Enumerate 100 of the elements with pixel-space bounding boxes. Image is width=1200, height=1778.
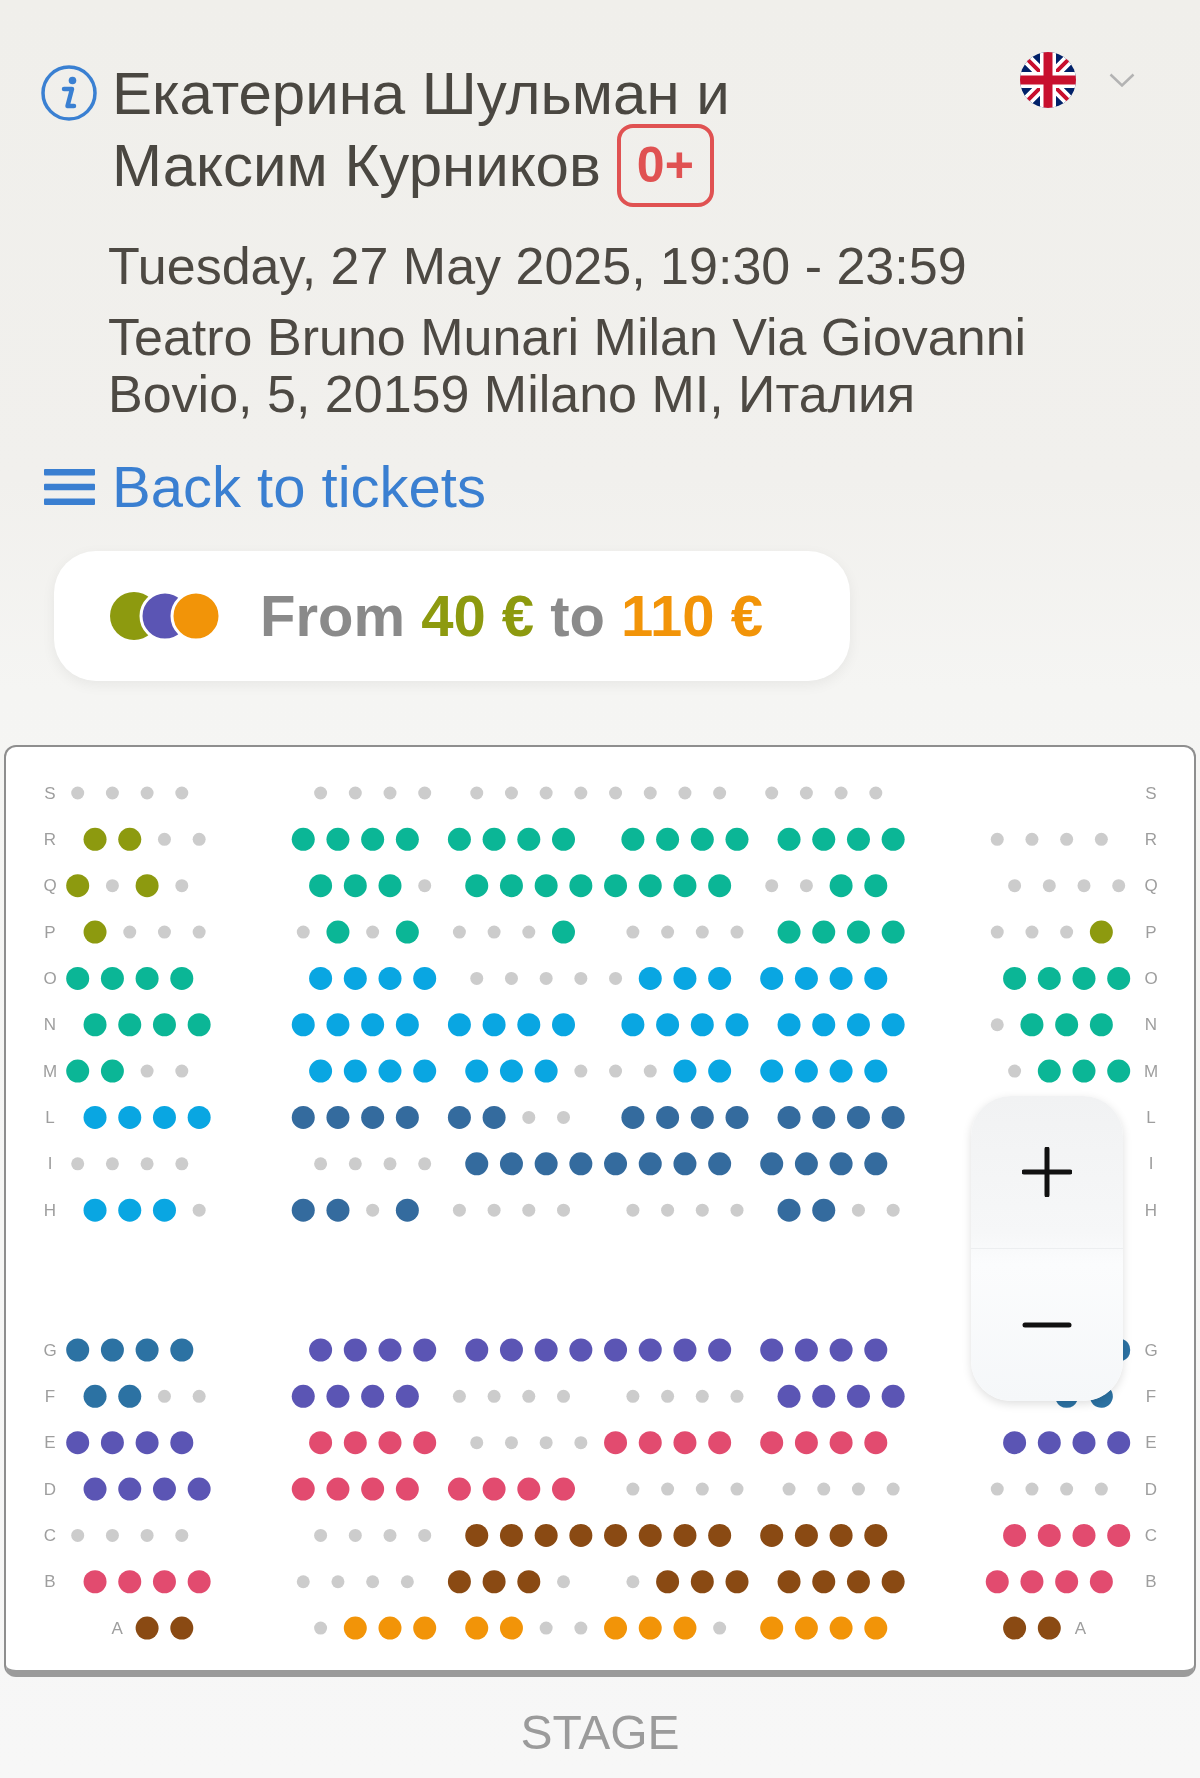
- seat-icon[interactable]: [465, 1523, 489, 1547]
- seat-icon[interactable]: [1056, 1401, 1078, 1408]
- seat-icon[interactable]: [291, 1198, 315, 1222]
- seat-icon[interactable]: [187, 1477, 211, 1501]
- seat-icon[interactable]: [395, 1477, 419, 1501]
- seat-icon[interactable]: [829, 1431, 853, 1455]
- seat-icon[interactable]: [881, 1570, 905, 1594]
- seat-icon[interactable]: [604, 1431, 628, 1455]
- seat-icon[interactable]: [794, 1523, 818, 1547]
- seat-icon[interactable]: [656, 1105, 680, 1129]
- seat-icon[interactable]: [1037, 1431, 1061, 1455]
- seat-icon[interactable]: [881, 1105, 905, 1129]
- seat-icon[interactable]: [118, 1570, 142, 1594]
- seat-icon[interactable]: [378, 1338, 402, 1362]
- seat-icon[interactable]: [361, 1105, 385, 1129]
- seat-icon[interactable]: [1107, 1523, 1131, 1547]
- seat-icon[interactable]: [846, 1384, 870, 1408]
- seat-icon[interactable]: [812, 1105, 836, 1129]
- seat-icon[interactable]: [482, 1105, 506, 1129]
- seat-icon[interactable]: [638, 1338, 662, 1362]
- seat-icon[interactable]: [361, 1477, 385, 1501]
- seat-icon[interactable]: [552, 1477, 575, 1501]
- seat-icon[interactable]: [673, 1431, 697, 1455]
- seat-icon[interactable]: [83, 1384, 107, 1408]
- seat-icon[interactable]: [760, 1523, 784, 1547]
- seat-icon[interactable]: [673, 1152, 697, 1176]
- seat-icon[interactable]: [1090, 1389, 1113, 1408]
- seat-icon[interactable]: [187, 1570, 211, 1594]
- seat-icon[interactable]: [604, 1338, 628, 1362]
- seat-icon[interactable]: [66, 874, 90, 898]
- back-to-tickets-link[interactable]: Back to tickets: [44, 455, 486, 519]
- seat-icon[interactable]: [864, 1431, 888, 1455]
- seat-icon[interactable]: [170, 1616, 194, 1640]
- language-selector[interactable]: [1020, 52, 1135, 108]
- seat-icon[interactable]: [465, 1338, 489, 1362]
- seat-icon[interactable]: [534, 1152, 558, 1176]
- seat-icon[interactable]: [499, 1523, 523, 1547]
- seat-icon[interactable]: [864, 1523, 888, 1547]
- seat-icon[interactable]: [760, 1152, 784, 1176]
- seat-icon[interactable]: [517, 1570, 541, 1594]
- seat-icon[interactable]: [1003, 1616, 1027, 1640]
- seat-icon[interactable]: [690, 1570, 714, 1594]
- seat-icon[interactable]: [725, 1570, 749, 1594]
- seat-icon[interactable]: [309, 1431, 333, 1455]
- seat-icon[interactable]: [604, 1152, 628, 1176]
- seat-icon[interactable]: [829, 1152, 853, 1176]
- seat-icon[interactable]: [621, 1105, 645, 1129]
- seat-icon[interactable]: [690, 1105, 714, 1129]
- seat-icon[interactable]: [395, 1198, 419, 1222]
- seat-icon[interactable]: [1072, 1431, 1096, 1455]
- seat-icon[interactable]: [812, 1570, 836, 1594]
- seat-icon[interactable]: [864, 1152, 888, 1176]
- seat-icon[interactable]: [482, 1477, 506, 1501]
- seat-icon[interactable]: [1055, 1570, 1079, 1594]
- seat-icon[interactable]: [881, 1384, 905, 1408]
- seat-icon[interactable]: [413, 1431, 437, 1455]
- seat-icon[interactable]: [83, 1570, 107, 1594]
- seat-icon[interactable]: [846, 1105, 870, 1129]
- seat-icon[interactable]: [395, 1384, 419, 1408]
- seat-icon[interactable]: [656, 1570, 680, 1594]
- seat-icon[interactable]: [482, 1570, 506, 1594]
- seat-icon[interactable]: [135, 1616, 159, 1640]
- seat-icon[interactable]: [812, 1198, 836, 1222]
- seat-icon[interactable]: [777, 1570, 801, 1594]
- seat-icon[interactable]: [829, 1523, 853, 1547]
- seat-icon[interactable]: [309, 1338, 333, 1362]
- seat-icon[interactable]: [985, 1570, 1009, 1594]
- seat-icon[interactable]: [1072, 1523, 1096, 1547]
- seat-icon[interactable]: [638, 1152, 662, 1176]
- seat-icon[interactable]: [447, 1105, 471, 1129]
- seat-icon[interactable]: [291, 1384, 315, 1408]
- seat-icon[interactable]: [708, 1338, 732, 1362]
- seat-icon[interactable]: [1089, 1570, 1113, 1594]
- seat-icon[interactable]: [864, 1338, 888, 1362]
- seat-icon[interactable]: [1003, 1523, 1027, 1547]
- seat-icon[interactable]: [118, 1384, 142, 1408]
- seat-icon[interactable]: [794, 1338, 818, 1362]
- seat-icon[interactable]: [638, 1431, 662, 1455]
- seat-icon[interactable]: [1037, 1523, 1061, 1547]
- seat-icon[interactable]: [343, 1431, 367, 1455]
- seat-icon[interactable]: [447, 1570, 471, 1594]
- seat-icon[interactable]: [378, 1431, 402, 1455]
- seat-icon[interactable]: [326, 1105, 350, 1129]
- seat-icon[interactable]: [708, 1523, 732, 1547]
- seat-icon[interactable]: [638, 1523, 662, 1547]
- seat-icon[interactable]: [135, 874, 159, 898]
- seat-icon[interactable]: [343, 1338, 367, 1362]
- seat-icon[interactable]: [846, 1570, 870, 1594]
- info-icon[interactable]: [41, 65, 97, 121]
- seat-icon[interactable]: [326, 1477, 350, 1501]
- seat-icon[interactable]: [326, 1198, 350, 1222]
- seat-icon[interactable]: [760, 1431, 784, 1455]
- seat-icon[interactable]: [673, 1523, 697, 1547]
- seat-icon[interactable]: [1123, 1339, 1131, 1361]
- seat-icon[interactable]: [1003, 1431, 1027, 1455]
- seat-icon[interactable]: [794, 1431, 818, 1455]
- seat-icon[interactable]: [725, 1105, 749, 1129]
- seat-icon[interactable]: [1089, 920, 1113, 944]
- seat-icon[interactable]: [100, 1338, 124, 1362]
- seat-icon[interactable]: [135, 1338, 159, 1362]
